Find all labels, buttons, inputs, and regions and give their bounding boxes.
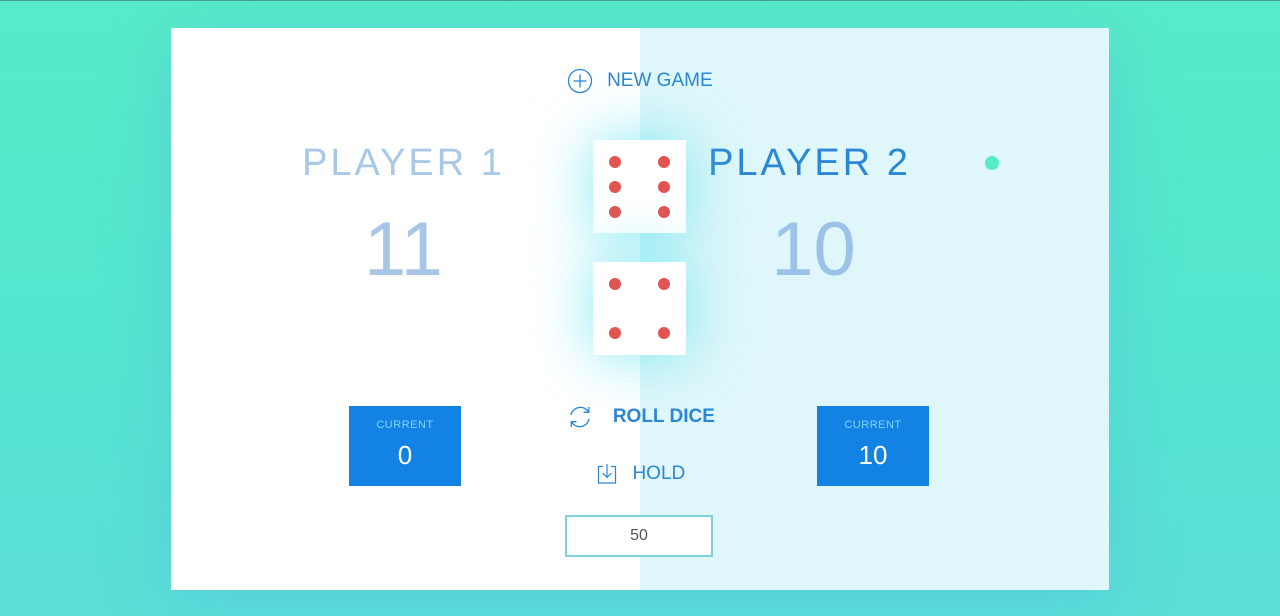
refresh-icon xyxy=(570,406,590,428)
dice-pip xyxy=(658,181,670,193)
dice-pip xyxy=(609,206,621,218)
dice-pip xyxy=(658,327,670,339)
player-1-name: PLAYER 1 xyxy=(302,142,505,184)
dice-pip xyxy=(609,181,621,193)
dice-pip xyxy=(658,278,670,290)
dice-pip xyxy=(609,156,621,168)
dice-pip xyxy=(658,156,670,168)
roll-dice-label: ROLL DICE xyxy=(612,406,715,427)
roll-dice-button[interactable]: ROLL DICE xyxy=(171,402,1109,432)
player-1-panel: PLAYER 1 11 CURRENT 0 xyxy=(171,28,640,590)
dice-pip xyxy=(609,278,621,290)
hold-label: HOLD xyxy=(632,463,686,484)
dice-1 xyxy=(593,140,686,233)
game-board: PLAYER 1 11 CURRENT 0 PLAYER 2 10 CURREN… xyxy=(171,28,1109,590)
dice-pip xyxy=(658,206,670,218)
final-score-input[interactable] xyxy=(565,515,713,557)
new-game-button[interactable]: NEW GAME xyxy=(171,68,1109,94)
new-game-label: NEW GAME xyxy=(607,70,713,91)
dice-pip xyxy=(609,327,621,339)
player-2-panel: PLAYER 2 10 CURRENT 10 xyxy=(640,28,1109,590)
active-player-dot-icon xyxy=(985,156,999,170)
hold-button[interactable]: HOLD xyxy=(171,462,1109,486)
download-icon xyxy=(597,464,616,484)
dice-2 xyxy=(593,262,686,355)
player-1-score: 11 xyxy=(364,207,443,292)
window-top-border xyxy=(0,0,1280,1)
plus-circle-icon xyxy=(568,68,593,94)
